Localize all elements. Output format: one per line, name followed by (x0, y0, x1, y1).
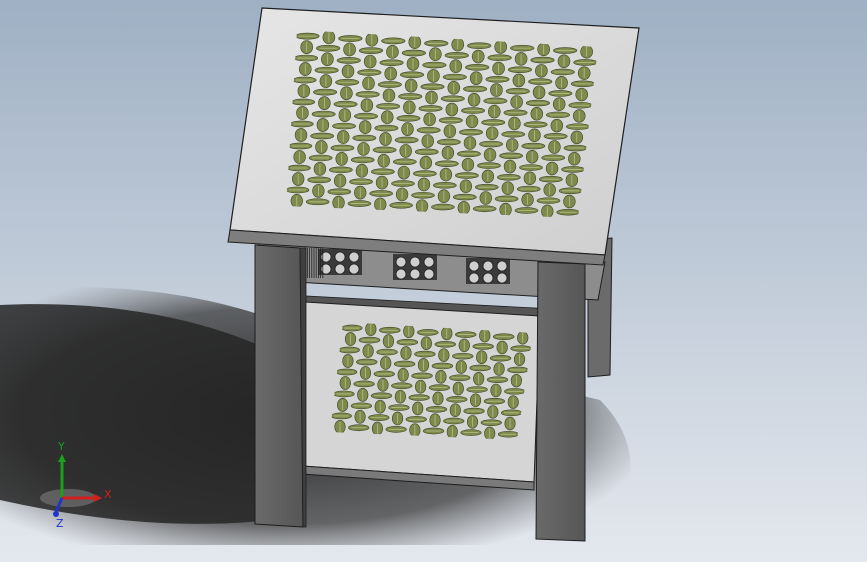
3d-viewport[interactable]: Y X Z (0, 0, 867, 562)
carving-flower (348, 251, 360, 263)
carving-flower (482, 272, 494, 284)
carving-flower (423, 256, 435, 268)
front-right-leg (535, 261, 586, 542)
carving-flower (409, 256, 421, 268)
carving-flower (395, 256, 407, 268)
y-axis-label: Y (57, 440, 65, 453)
front-left-leg (254, 244, 304, 528)
carving-flower (334, 263, 346, 275)
z-axis-label: Z (56, 517, 64, 530)
carved-panel (318, 249, 362, 275)
floor-shadow-core (0, 304, 270, 524)
x-axis-label: X (104, 488, 112, 501)
carved-panel (466, 258, 510, 284)
carving-flower (348, 263, 360, 275)
carving-flower (496, 272, 508, 284)
model-canvas[interactable]: Y X Z (0, 0, 867, 562)
carving-flower (496, 260, 508, 272)
carving-flower (468, 272, 480, 284)
carving-flower (409, 268, 421, 280)
carving-flower (334, 251, 346, 263)
carving-flower (423, 268, 435, 280)
carving-flower (395, 268, 407, 280)
carved-panel (393, 254, 437, 280)
carving-flower (468, 260, 480, 272)
carving-flower (482, 260, 494, 272)
